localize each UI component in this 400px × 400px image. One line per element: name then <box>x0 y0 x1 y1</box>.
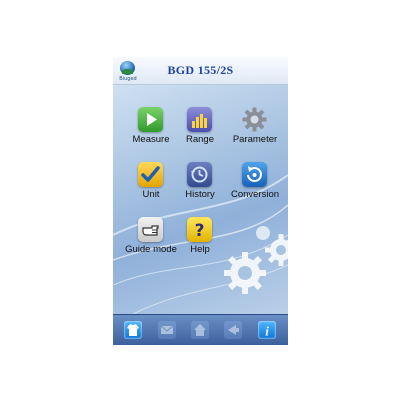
message-button[interactable] <box>158 321 176 339</box>
back-icon <box>228 325 239 335</box>
device-screen: Biuged BGD 155/2S Measure Range Paramete… <box>113 57 288 345</box>
menu-item-label: Parameter <box>232 134 278 145</box>
header-bar: Biuged BGD 155/2S <box>113 57 288 85</box>
envelope-icon <box>160 325 174 334</box>
refresh-icon <box>242 162 267 187</box>
menu-item-conversion[interactable]: Conversion <box>225 162 285 214</box>
menu-item-help[interactable]: ? Help <box>170 217 230 269</box>
play-icon <box>138 107 163 132</box>
info-icon: i <box>265 324 269 338</box>
clock-history-icon <box>187 162 212 187</box>
menu-item-label: Conversion <box>230 189 280 200</box>
gear-decoration-icon <box>224 226 288 294</box>
device-model-title: BGD 155/2S <box>167 63 234 77</box>
info-button[interactable]: i <box>258 321 276 339</box>
question-icon: ? <box>187 217 212 242</box>
checkmark-icon <box>138 162 163 187</box>
bar-chart-icon <box>187 107 212 132</box>
menu-item-label: Help <box>190 244 210 255</box>
shirt-button[interactable] <box>124 321 142 339</box>
menu-item-range[interactable]: Range <box>170 107 230 159</box>
gear-icon <box>242 107 267 132</box>
home-button[interactable] <box>191 321 209 339</box>
bottom-toolbar: i <box>113 314 288 345</box>
back-button[interactable] <box>224 321 242 339</box>
main-menu-area: Measure Range Parameter Unit History Con… <box>113 85 288 314</box>
svg-text:?: ? <box>195 221 205 241</box>
svg-text:i: i <box>265 324 269 338</box>
pointing-hand-icon <box>138 217 163 242</box>
menu-item-history[interactable]: History <box>170 162 230 214</box>
shirt-icon <box>127 324 139 336</box>
home-icon <box>194 324 206 336</box>
menu-item-parameter[interactable]: Parameter <box>225 107 285 159</box>
